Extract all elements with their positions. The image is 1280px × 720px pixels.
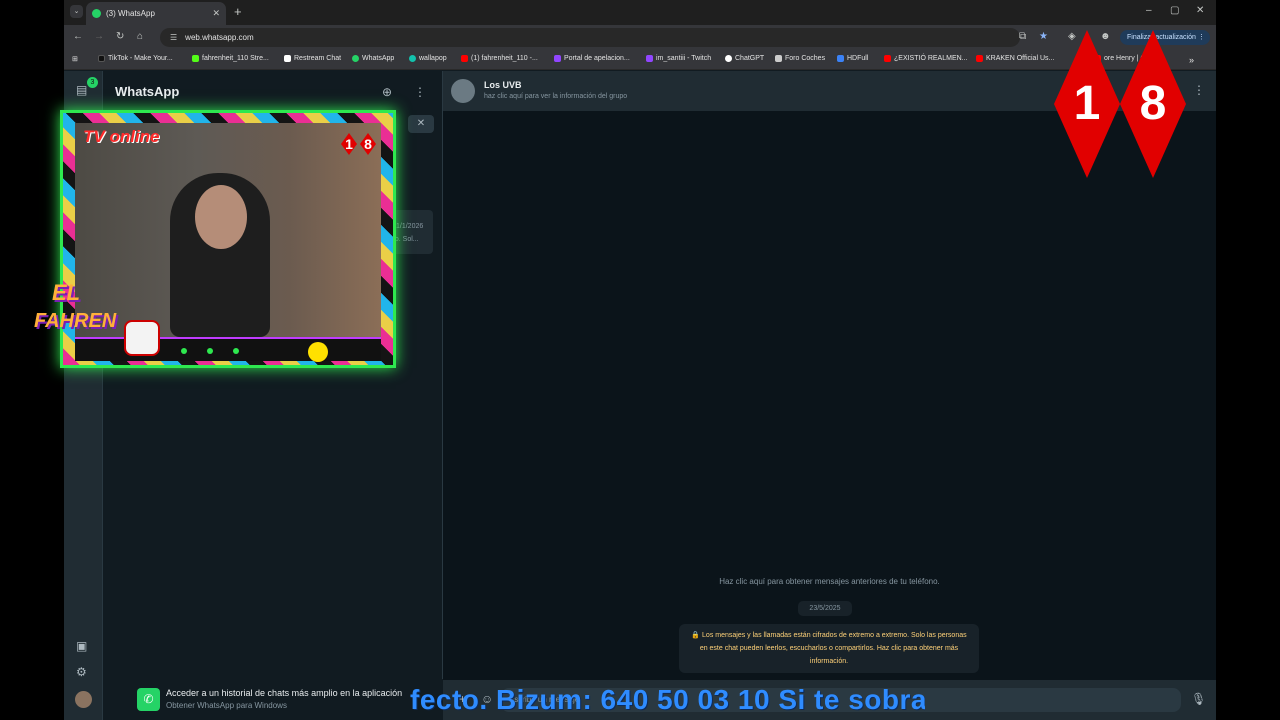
logo-line-1: EL — [52, 280, 81, 305]
bookmark-item[interactable]: KRAKEN Official Us... — [976, 55, 1054, 62]
hdfull-icon — [837, 55, 844, 62]
tab-whatsapp[interactable]: (3) WhatsApp ✕ — [86, 2, 226, 25]
bookmark-item[interactable]: WhatsApp — [352, 55, 394, 62]
whatsapp-favicon-icon — [92, 9, 101, 18]
bookmark-item[interactable]: wallapop — [409, 55, 447, 62]
back-icon[interactable]: ← — [73, 31, 83, 42]
bookmark-item[interactable]: Foro Coches — [775, 55, 825, 62]
home-icon[interactable]: ⌂ — [137, 31, 143, 42]
site-info-icon[interactable]: ☰ — [170, 33, 177, 42]
unread-badge: 3 — [87, 77, 98, 88]
rating-digit: 1 — [341, 133, 357, 155]
install-app-icon[interactable]: ⧉ — [1019, 31, 1026, 42]
profile-avatar[interactable] — [75, 691, 92, 708]
date-separator: 23/5/2025 — [798, 601, 852, 616]
forward-icon[interactable]: → — [94, 31, 104, 42]
conversation-panel: Los UVB haz clic aquí para ver la inform… — [443, 71, 1216, 720]
small-rating-badge: 18 — [341, 133, 379, 155]
bookmark-item[interactable]: TikTok - Make Your... — [98, 55, 173, 62]
whatsapp-icon — [352, 55, 359, 62]
bookmark-item[interactable]: ore Henry | O — [1094, 55, 1146, 62]
youtube-icon — [884, 55, 891, 62]
url-text: web.whatsapp.com — [185, 33, 254, 42]
apps-grid-icon[interactable]: ⊞ — [72, 55, 78, 63]
bookmark-item[interactable]: (1) fahrenheit_110 -... — [461, 55, 538, 62]
tab-search-button[interactable]: ⌄ — [70, 5, 83, 18]
channel-logo: EL FAHREN — [24, 270, 174, 370]
pacman-dot — [181, 348, 187, 354]
close-banner-icon[interactable]: ✕ — [408, 115, 434, 133]
chatgpt-icon — [725, 55, 732, 62]
close-window-icon[interactable]: ✕ — [1196, 5, 1204, 16]
pacman-dot — [207, 348, 213, 354]
bookmark-item[interactable]: fahrenheit_110 Stre... — [192, 55, 269, 62]
download-app-banner[interactable]: ✆ Acceder a un historial de chats más am… — [103, 679, 443, 720]
maximize-icon[interactable]: ▢ — [1170, 5, 1179, 16]
group-name: Los UVB — [484, 80, 522, 90]
tab-strip: ⌄ (3) WhatsApp ✕ + – ▢ ✕ — [64, 0, 1216, 25]
bookmark-star-icon[interactable]: ★ — [1039, 31, 1048, 42]
close-tab-icon[interactable]: ✕ — [212, 8, 220, 19]
chat-menu-kebab-icon[interactable]: ⋮ — [1193, 83, 1205, 97]
restream-icon — [284, 55, 291, 62]
app-title: WhatsApp — [115, 84, 180, 99]
chat-date: 1/1/2026 — [396, 223, 424, 230]
promo-title: Acceder a un historial de chats más ampl… — [166, 688, 403, 698]
tiktok-icon — [98, 55, 105, 62]
tv-online-label: TV online — [83, 127, 160, 146]
new-tab-button[interactable]: + — [234, 4, 242, 19]
pacman-dot — [233, 348, 239, 354]
bookmark-item[interactable]: ChatGPT — [725, 55, 764, 62]
extensions-icon[interactable]: ◈ — [1068, 31, 1076, 42]
kick-icon — [192, 55, 199, 62]
new-chat-icon[interactable]: ⊕ — [382, 85, 392, 99]
twitch-icon — [646, 55, 653, 62]
twitch-icon — [554, 55, 561, 62]
wallapop-icon — [409, 55, 416, 62]
pacman-icon — [308, 342, 328, 362]
whatsapp-logo-icon: ✆ — [137, 688, 160, 711]
profile-icon[interactable]: ☻ — [1100, 31, 1111, 42]
chats-icon[interactable]: ▤ — [76, 83, 87, 97]
youtube-icon — [976, 55, 983, 62]
more-bookmarks-icon[interactable]: » — [1189, 55, 1194, 65]
rating-digit: 8 — [360, 133, 376, 155]
joystick-icon — [124, 320, 160, 356]
bookmark-item[interactable]: HDFull — [837, 55, 868, 62]
bookmark-item[interactable]: ¿EXISTIÓ REALMEN... — [884, 55, 968, 62]
browser-toolbar: ← → ↻ ⌂ ☰ web.whatsapp.com ⧉ ★ ◈ ☻ Final… — [64, 25, 1216, 50]
group-avatar[interactable] — [451, 79, 475, 103]
address-bar[interactable]: ☰ web.whatsapp.com — [160, 28, 1020, 47]
bookmark-item[interactable]: Portal de apelacion... — [554, 55, 630, 62]
tab-title: (3) WhatsApp — [106, 9, 155, 18]
group-subtitle: haz clic aquí para ver la información de… — [484, 93, 628, 100]
bookmark-item[interactable]: Restream Chat — [284, 55, 341, 62]
load-older-messages[interactable]: Haz clic aquí para obtener mensajes ante… — [443, 577, 1216, 586]
bookmarks-bar: ⊞ TikTok - Make Your... fahrenheit_110 S… — [64, 50, 1216, 70]
promo-subtitle[interactable]: Obtener WhatsApp para Windows — [166, 701, 287, 710]
encryption-notice[interactable]: 🔒 Los mensajes y las llamadas están cifr… — [679, 624, 979, 673]
youtube-icon — [461, 55, 468, 62]
settings-gear-icon[interactable]: ⚙ — [76, 665, 87, 679]
media-icon[interactable]: ▣ — [76, 639, 87, 653]
microphone-icon[interactable]: 🎙 — [1191, 692, 1206, 706]
streamer-face — [195, 185, 247, 249]
reload-icon[interactable]: ↻ — [116, 31, 124, 42]
menu-kebab-icon[interactable]: ⋮ — [414, 85, 426, 99]
donation-ticker: fecto. Bizum: 640 50 03 10 Si te sobra r… — [410, 684, 925, 715]
bookmark-item[interactable]: im_santiii - Twitch — [646, 55, 711, 62]
logo-line-2: FAHREN — [34, 310, 117, 332]
update-button[interactable]: Finalizar actualización ⋮ — [1120, 30, 1210, 45]
minimize-icon[interactable]: – — [1146, 5, 1152, 16]
forocoches-icon — [775, 55, 782, 62]
